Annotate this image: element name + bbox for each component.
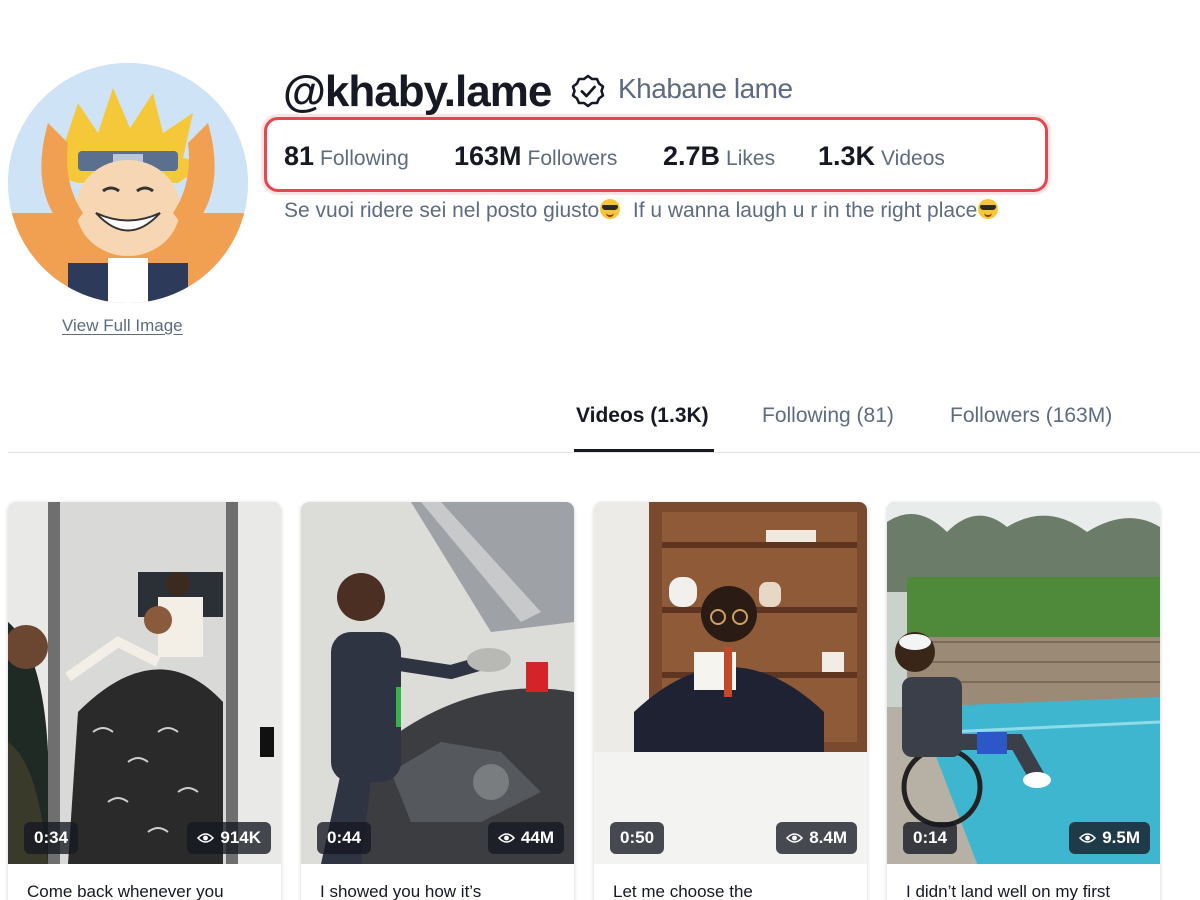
- tabs-divider: [8, 452, 1200, 453]
- tab-following[interactable]: Following (81): [762, 404, 894, 428]
- sunglasses-emoji-icon: [600, 199, 621, 219]
- video-views: 9.5M: [1069, 822, 1150, 854]
- tab-followers[interactable]: Followers (163M): [950, 404, 1112, 428]
- video-thumbnail: [594, 502, 867, 864]
- video-card[interactable]: 0:44 44M I showed you how it’s: [301, 502, 574, 900]
- video-duration: 0:50: [610, 822, 665, 854]
- video-duration: 0:44: [317, 822, 372, 854]
- video-caption: Come back whenever you: [27, 882, 224, 900]
- video-thumbnail: [301, 502, 574, 864]
- video-views: 914K: [187, 822, 271, 854]
- view-full-image-link[interactable]: View Full Image: [62, 316, 183, 336]
- profile-avatar[interactable]: [8, 63, 248, 303]
- stat-value: 2.7B: [663, 141, 721, 171]
- view-count: 9.5M: [1102, 828, 1140, 847]
- video-views: 44M: [487, 822, 564, 854]
- video-card[interactable]: 0:34 914K Come back whenever you: [8, 502, 281, 900]
- video-card[interactable]: 0:50 8.4M Let me choose the: [594, 502, 867, 900]
- view-count: 44M: [520, 828, 554, 847]
- stat-value: 1.3K: [818, 141, 876, 171]
- video-caption: Let me choose the: [613, 882, 753, 900]
- sunglasses-emoji-icon: [978, 199, 999, 219]
- eye-icon: [786, 833, 804, 843]
- profile-display-name: Khabane lame: [618, 73, 793, 104]
- stat-videos: 1.3K Videos: [818, 140, 945, 177]
- video-thumbnail: [8, 502, 281, 864]
- profile-bio: Se vuoi ridere sei nel posto giusto If u…: [284, 199, 999, 223]
- stat-likes: 2.7B Likes: [663, 140, 775, 177]
- stat-label: Followers: [527, 147, 618, 170]
- stat-value: 81: [284, 141, 315, 171]
- video-caption: I didn’t land well on my first: [906, 882, 1111, 900]
- video-duration: 0:34: [24, 822, 79, 854]
- stat-value: 163M: [454, 141, 522, 171]
- eye-icon: [197, 833, 215, 843]
- profile-username: @khaby.lame: [283, 67, 552, 116]
- bio-text-english: If u wanna laugh u r in the right place: [632, 199, 978, 222]
- video-caption: I showed you how it’s: [320, 882, 482, 900]
- video-views: 8.4M: [776, 822, 857, 854]
- tab-videos[interactable]: Videos (1.3K): [576, 404, 709, 428]
- stat-following[interactable]: 81 Following: [284, 140, 409, 177]
- view-count: 8.4M: [809, 828, 847, 847]
- video-thumbnail: [887, 502, 1160, 864]
- stat-label: Following: [320, 147, 409, 170]
- stat-followers[interactable]: 163M Followers: [454, 140, 617, 177]
- stat-label: Videos: [881, 147, 945, 170]
- avatar-illustration: [8, 63, 248, 303]
- video-duration: 0:14: [903, 822, 958, 854]
- video-card[interactable]: 0:14 9.5M I didn’t land well on my first: [887, 502, 1160, 900]
- bio-text-italian: Se vuoi ridere sei nel posto giusto: [284, 199, 600, 222]
- verified-badge-icon: [571, 74, 605, 108]
- view-count: 914K: [220, 828, 261, 847]
- eye-icon: [1079, 833, 1097, 843]
- stat-label: Likes: [726, 147, 776, 170]
- eye-icon: [497, 833, 515, 843]
